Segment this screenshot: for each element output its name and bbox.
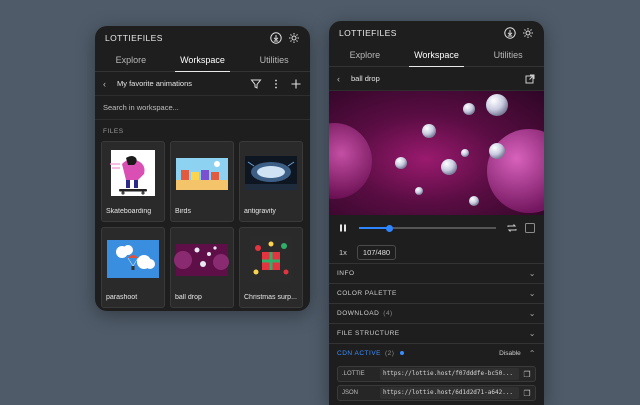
section-title: FILE STRUCTURE (337, 330, 400, 337)
header-icons (504, 27, 534, 39)
thumbnail-parashoot (102, 228, 164, 290)
progress-slider[interactable] (359, 224, 496, 232)
section-title: DOWNLOAD (337, 310, 380, 317)
cdn-row-json: JSON https://lottie.host/6d1d2d71-a642..… (337, 385, 536, 401)
playback-info: 1x 107/480 (329, 241, 544, 263)
file-grid: Skateboarding Birds antigravity parashoo… (95, 141, 310, 308)
cdn-url-field[interactable]: https://lottie.host/f07dddfe-bc50... (380, 368, 519, 380)
tab-workspace[interactable]: Workspace (401, 45, 473, 67)
section-title: INFO (337, 270, 355, 277)
tab-workspace[interactable]: Workspace (167, 50, 239, 72)
thumbnail-christmas (240, 228, 302, 290)
tab-explore[interactable]: Explore (329, 45, 401, 66)
section-title: CDN ACTIVE (337, 350, 382, 357)
file-label: Christmas surp... (244, 294, 297, 301)
file-card-parashoot[interactable]: parashoot (101, 227, 165, 308)
thumbnail-skateboarding (102, 142, 164, 204)
tab-utilities[interactable]: Utilities (472, 45, 544, 66)
copy-icon[interactable]: ❐ (519, 370, 535, 379)
panel-header: LOTTIEFILES (95, 26, 310, 50)
cdn-url-field[interactable]: https://lottie.host/6d1d2d71-a642... (380, 387, 519, 399)
section-title: COLOR PALETTE (337, 290, 397, 297)
file-label: Skateboarding (106, 208, 152, 215)
more-icon[interactable] (270, 78, 282, 90)
file-label: Birds (175, 208, 191, 215)
file-detail-panel-right: LOTTIEFILES Explore Workspace Utilities … (329, 21, 544, 405)
file-title: ball drop (351, 74, 380, 83)
thumbnail-birds (171, 142, 233, 204)
gear-icon[interactable] (288, 32, 300, 44)
download-icon[interactable] (504, 27, 516, 39)
brand-title: LOTTIEFILES (339, 28, 397, 38)
chevron-left-icon[interactable]: ‹ (103, 79, 113, 89)
file-label: antigravity (244, 208, 276, 215)
search-placeholder: Search in workspace... (103, 103, 179, 112)
pause-icon[interactable] (337, 222, 349, 234)
player-controls (329, 215, 544, 241)
disable-cdn-button[interactable]: Disable (499, 350, 521, 357)
background-toggle-icon[interactable] (524, 222, 536, 234)
thumbnail-ball-drop (171, 228, 233, 290)
section-cdn-active[interactable]: CDN ACTIVE (2) Disable ⌃ (329, 343, 544, 363)
filter-icon[interactable] (250, 78, 262, 90)
chevron-down-icon: ⌄ (528, 329, 536, 338)
file-label: parashoot (106, 294, 138, 301)
download-icon[interactable] (270, 32, 282, 44)
chevron-down-icon: ⌄ (528, 269, 536, 278)
brand-title: LOTTIEFILES (105, 33, 163, 43)
workspace-panel-left: LOTTIEFILES Explore Workspace Utilities … (95, 26, 310, 311)
folder-title: My favorite animations (117, 79, 193, 88)
section-file-structure[interactable]: FILE STRUCTURE ⌄ (329, 323, 544, 343)
cdn-type: .LOTTIE (342, 371, 365, 377)
chevron-left-icon[interactable]: ‹ (337, 74, 347, 84)
cdn-row-lottie: .LOTTIE https://lottie.host/f07dddfe-bc5… (337, 366, 536, 382)
header-icons (270, 32, 300, 44)
frame-counter[interactable]: 107/480 (356, 244, 397, 260)
plus-icon[interactable] (290, 78, 302, 90)
section-color-palette[interactable]: COLOR PALETTE ⌄ (329, 283, 544, 303)
file-card-antigravity[interactable]: antigravity (239, 141, 303, 222)
file-card-ball-drop[interactable]: ball drop (170, 227, 234, 308)
files-section-label: FILES (103, 128, 124, 135)
progress-knob[interactable] (385, 224, 393, 232)
section-info[interactable]: INFO ⌄ (329, 263, 544, 283)
chevron-up-icon[interactable]: ⌃ (529, 349, 536, 358)
search-input[interactable]: Search in workspace... (95, 96, 310, 120)
tab-explore[interactable]: Explore (95, 50, 167, 71)
file-bar: ‹ ball drop (329, 67, 544, 91)
chevron-down-icon: ⌄ (528, 309, 536, 318)
speed-selector[interactable]: 1x (339, 248, 347, 257)
section-count: (4) (383, 310, 393, 317)
copy-icon[interactable]: ❐ (519, 389, 535, 398)
loop-icon[interactable] (506, 222, 518, 234)
folder-bar: ‹ My favorite animations (95, 72, 310, 96)
file-card-christmas[interactable]: Christmas surp... (239, 227, 303, 308)
cdn-type: JSON (342, 390, 359, 396)
thumbnail-antigravity (240, 142, 302, 204)
animation-preview[interactable] (329, 91, 544, 215)
section-count: (2) (385, 350, 395, 357)
file-card-birds[interactable]: Birds (170, 141, 234, 222)
section-download[interactable]: DOWNLOAD (4) ⌄ (329, 303, 544, 323)
panel-header: LOTTIEFILES (329, 21, 544, 45)
file-label: ball drop (175, 294, 202, 301)
tab-bar: Explore Workspace Utilities (95, 50, 310, 72)
tab-utilities[interactable]: Utilities (238, 50, 310, 71)
tab-bar: Explore Workspace Utilities (329, 45, 544, 67)
progress-fill (359, 227, 390, 229)
external-link-icon[interactable] (524, 73, 536, 85)
gear-icon[interactable] (522, 27, 534, 39)
file-card-skateboarding[interactable]: Skateboarding (101, 141, 165, 222)
status-dot (400, 351, 405, 356)
chevron-down-icon: ⌄ (528, 289, 536, 298)
